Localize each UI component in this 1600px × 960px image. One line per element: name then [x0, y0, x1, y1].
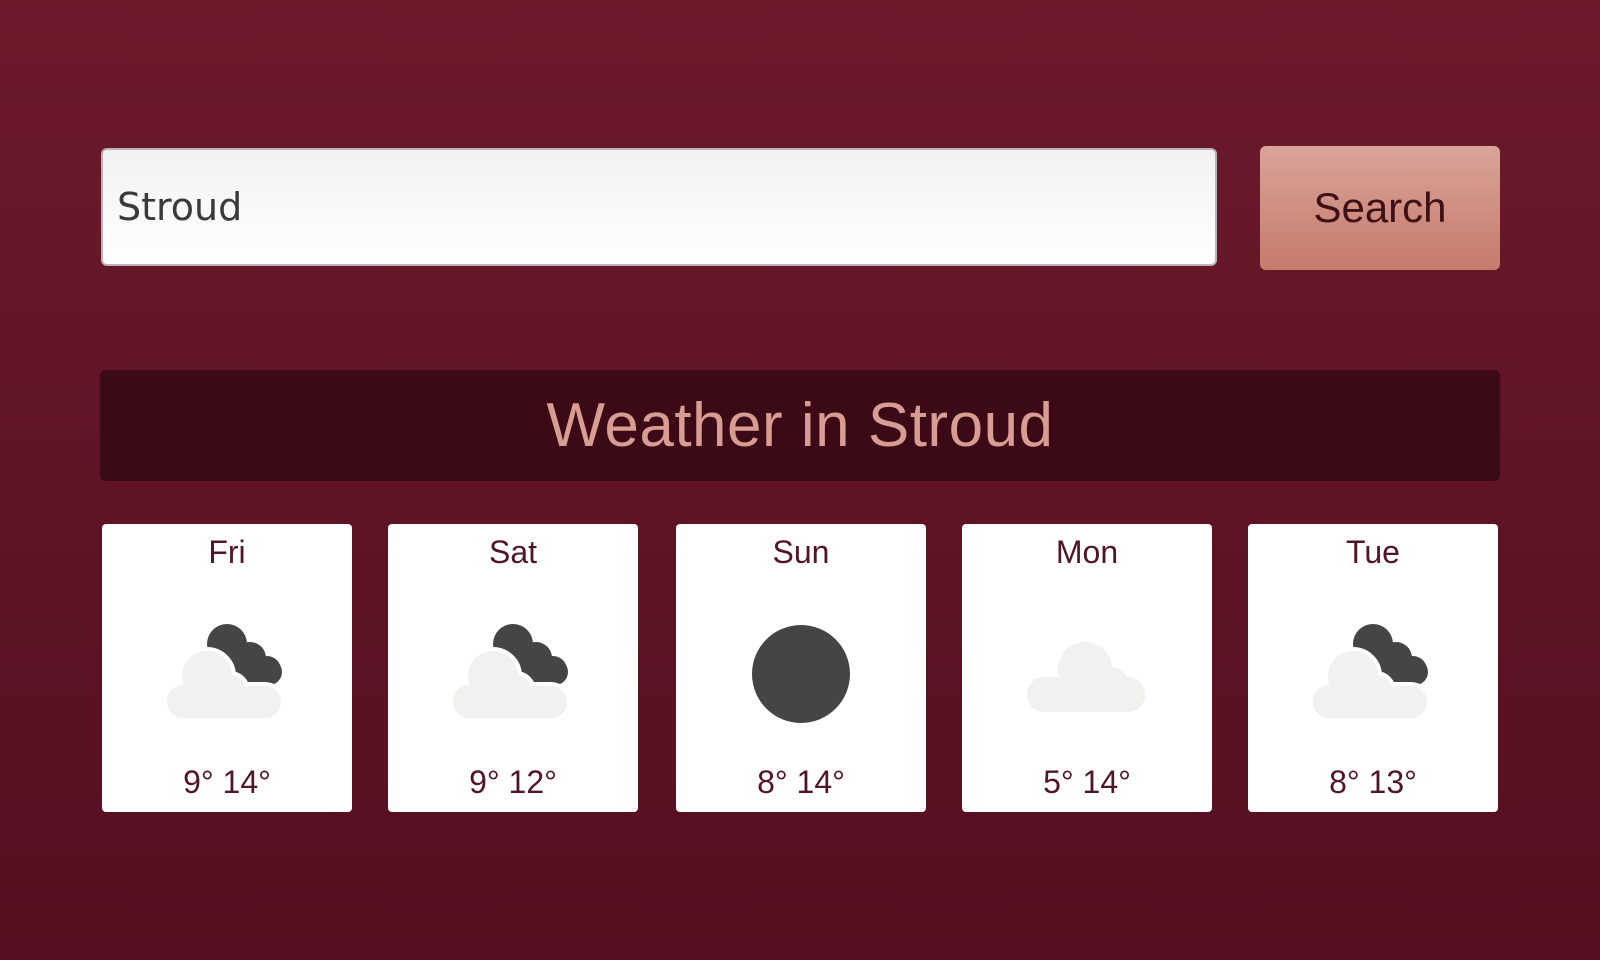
forecast-card: Mon 5° 14° — [962, 524, 1212, 812]
clear-night-icon — [721, 614, 881, 734]
forecast-temps: 8° 14° — [757, 764, 845, 800]
forecast-list: Fri 9° 14° Sat 9° 12° Sun 8° 14° Mon 5° … — [102, 524, 1500, 812]
forecast-card: Tue 8° 13° — [1248, 524, 1498, 812]
forecast-card: Sun 8° 14° — [676, 524, 926, 812]
page-title: Weather in Stroud — [546, 391, 1054, 460]
forecast-temps: 8° 13° — [1329, 764, 1417, 800]
forecast-temps: 9° 12° — [469, 764, 557, 800]
partly-cloudy-night-icon — [433, 614, 593, 734]
forecast-card: Sat 9° 12° — [388, 524, 638, 812]
forecast-day: Mon — [1055, 534, 1119, 570]
forecast-day: Fri — [208, 534, 246, 570]
forecast-day: Sun — [772, 534, 830, 570]
search-button[interactable]: Search — [1260, 146, 1500, 270]
partly-cloudy-night-icon — [147, 614, 307, 734]
city-search-input[interactable] — [101, 148, 1217, 266]
forecast-day: Tue — [1346, 534, 1400, 570]
cloud-icon — [1007, 614, 1167, 734]
forecast-temps: 5° 14° — [1043, 764, 1131, 800]
forecast-day: Sat — [488, 534, 538, 570]
forecast-temps: 9° 14° — [183, 764, 271, 800]
title-bar: Weather in Stroud — [100, 370, 1500, 481]
forecast-card: Fri 9° 14° — [102, 524, 352, 812]
search-bar: Search — [101, 146, 1500, 270]
partly-cloudy-night-icon — [1293, 614, 1453, 734]
